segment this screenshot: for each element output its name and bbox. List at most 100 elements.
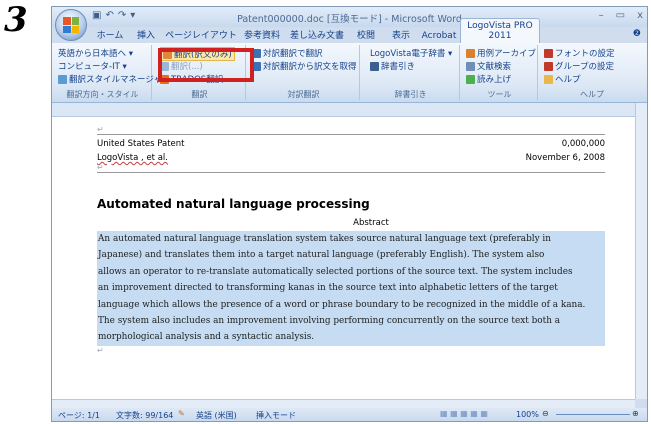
office-button[interactable]: [55, 9, 87, 41]
zoom-in-icon[interactable]: ⊕: [632, 409, 639, 418]
translate-icon: [163, 49, 172, 59]
tab-home[interactable]: ホーム: [92, 26, 128, 43]
tab-page-layout[interactable]: ページレイアウト: [164, 26, 238, 43]
dictionary-lookup-label: 辞書引き: [381, 62, 416, 72]
spellcheck-icon[interactable]: ✎: [178, 409, 185, 418]
parallel-get-button[interactable]: 対訳翻訳から訳文を取得: [252, 60, 357, 72]
help-icon[interactable]: ❷: [633, 29, 641, 39]
style-manager-button[interactable]: 翻訳スタイルマネージャ: [58, 73, 162, 85]
document-area[interactable]: ↵ United States Patent 0,000,000 LogoVis…: [52, 117, 635, 399]
close-button[interactable]: x: [637, 10, 643, 21]
header-rule-bottom: [97, 172, 605, 173]
group-label-parallel: 対訳翻訳: [287, 90, 320, 99]
dictionary-lookup-button[interactable]: 辞書引き: [370, 60, 415, 72]
document-title: Automated natural language processing: [97, 197, 370, 211]
group-settings-icon: [544, 61, 553, 71]
tab-review[interactable]: 校閲: [348, 26, 384, 43]
group-label-direction: 翻訳方向・スタイル: [66, 90, 139, 99]
tab-mailings[interactable]: 差し込み文書: [286, 26, 348, 43]
font-icon: [544, 48, 553, 58]
office-logo-icon: [63, 17, 79, 33]
translate-only-button[interactable]: 翻訳(訳文のみ): [160, 47, 235, 61]
group-settings-label: グループの設定: [555, 62, 614, 72]
group-tools: 用例アーカイブ 文献検索 読み上げ ツール: [462, 45, 538, 100]
translate-other-button[interactable]: 翻訳(...): [160, 60, 203, 72]
tab-references[interactable]: 参考資料: [238, 26, 286, 43]
view-buttons-icon[interactable]: ▦ ▦ ▦ ▦ ▦: [440, 409, 488, 418]
header-rule: [97, 134, 605, 135]
group-label-translate: 翻訳: [191, 90, 208, 99]
font-settings-label: フォントの設定: [555, 49, 615, 59]
group-settings-button[interactable]: グループの設定: [544, 60, 614, 72]
author-row: LogoVista , et al. November 6, 2008: [97, 153, 605, 163]
paragraph-mark: ↵: [97, 345, 104, 355]
translate-other-label: 翻訳(...): [171, 62, 203, 72]
window-title: Patent000000.doc [互換モード] - Microsoft Wor…: [237, 14, 462, 25]
maximize-button[interactable]: ▭: [616, 10, 625, 21]
abstract-line: An automated natural language translatio…: [98, 234, 551, 244]
trados-label: TRADOS翻訳: [171, 75, 224, 85]
archive-icon: [466, 48, 475, 58]
abstract-text[interactable]: An automated natural language translatio…: [97, 231, 605, 346]
direction-dropdown[interactable]: 英語から日本語へ ▾: [58, 47, 133, 59]
style-manager-label: 翻訳スタイルマネージャ: [69, 75, 162, 85]
horizontal-scrollbar[interactable]: [52, 399, 635, 408]
group-label-help: ヘルプ: [580, 90, 604, 99]
title-bar: ▣ ↶ ↷ ▾ Patent000000.doc [互換モード] - Micro…: [52, 7, 647, 27]
group-label-tools: ツール: [487, 90, 512, 99]
date: November 6, 2008: [525, 153, 605, 163]
read-aloud-button[interactable]: 読み上げ: [466, 73, 511, 85]
tab-view[interactable]: 表示: [384, 26, 418, 43]
tab-logovista[interactable]: LogoVista PRO 2011: [460, 18, 540, 43]
abstract-line: The system also includes an improvement …: [98, 316, 561, 327]
status-page[interactable]: ページ: 1/1: [58, 410, 100, 421]
field-dropdown[interactable]: コンピュータ-IT ▾: [58, 60, 127, 72]
style-manager-icon: [58, 74, 67, 84]
status-zoom[interactable]: 100%: [516, 410, 539, 419]
group-label-dictionary: 辞書引き: [394, 90, 427, 99]
patent-number: 0,000,000: [561, 139, 605, 149]
vertical-scrollbar[interactable]: [635, 103, 647, 399]
minimize-button[interactable]: –: [599, 10, 604, 21]
step-number: 3: [4, 0, 28, 40]
page: ↵ United States Patent 0,000,000 LogoVis…: [97, 125, 605, 355]
parallel-translate-icon: [252, 48, 261, 58]
zoom-slider[interactable]: [556, 414, 630, 415]
parallel-translate-label: 対訳翻訳で翻訳: [263, 49, 323, 59]
literature-search-label: 文献検索: [477, 62, 512, 72]
translate-only-label: 翻訳(訳文のみ): [174, 50, 232, 60]
tab-insert[interactable]: 挿入: [128, 26, 164, 43]
read-aloud-label: 読み上げ: [477, 75, 512, 85]
status-language[interactable]: 英語 (米国): [196, 410, 237, 421]
abstract-line: morphological analysis and a syntactic a…: [98, 332, 315, 343]
logovista-dictionary-dropdown[interactable]: LogoVista電子辞書 ▾: [370, 47, 452, 59]
speaker-icon: [466, 74, 475, 84]
paragraph-mark: ↵: [97, 163, 104, 172]
translate-other-icon: [160, 61, 169, 71]
author: LogoVista , et al.: [97, 153, 168, 163]
zoom-out-icon[interactable]: ⊖: [542, 409, 549, 418]
paragraph-mark: ↵: [97, 125, 104, 134]
abstract-heading: Abstract: [353, 218, 389, 228]
ribbon-tabs: ホーム 挿入 ページレイアウト 参考資料 差し込み文書 校閲 表示 Acroba…: [92, 18, 540, 43]
example-archive-button[interactable]: 用例アーカイブ: [466, 47, 536, 59]
status-mode[interactable]: 挿入モード: [256, 410, 296, 421]
abstract-line: allows an operator to re-translate autom…: [98, 266, 573, 277]
status-words[interactable]: 文字数: 99/164: [116, 410, 173, 421]
search-icon: [466, 61, 475, 71]
word-window: ▣ ↶ ↷ ▾ Patent000000.doc [互換モード] - Micro…: [51, 6, 648, 422]
font-settings-button[interactable]: フォントの設定: [544, 47, 615, 59]
example-archive-label: 用例アーカイブ: [477, 49, 536, 59]
literature-search-button[interactable]: 文献検索: [466, 60, 511, 72]
parallel-translate-button[interactable]: 対訳翻訳で翻訳: [252, 47, 323, 59]
dictionary-icon: [370, 61, 379, 71]
help-button[interactable]: ヘルプ: [544, 73, 581, 85]
tab-acrobat[interactable]: Acrobat: [418, 29, 460, 43]
group-help: フォントの設定 グループの設定 ヘルプ ヘルプ: [540, 45, 644, 100]
ruler: [52, 103, 635, 117]
group-translate: 翻訳(訳文のみ) 翻訳(...) TRADOS翻訳 翻訳: [154, 45, 246, 100]
trados-button[interactable]: TRADOS翻訳: [160, 73, 223, 85]
trados-icon: [160, 74, 169, 84]
window-controls: – ▭ x: [599, 10, 643, 21]
abstract-line: an improvement directed to transforming …: [98, 283, 558, 294]
